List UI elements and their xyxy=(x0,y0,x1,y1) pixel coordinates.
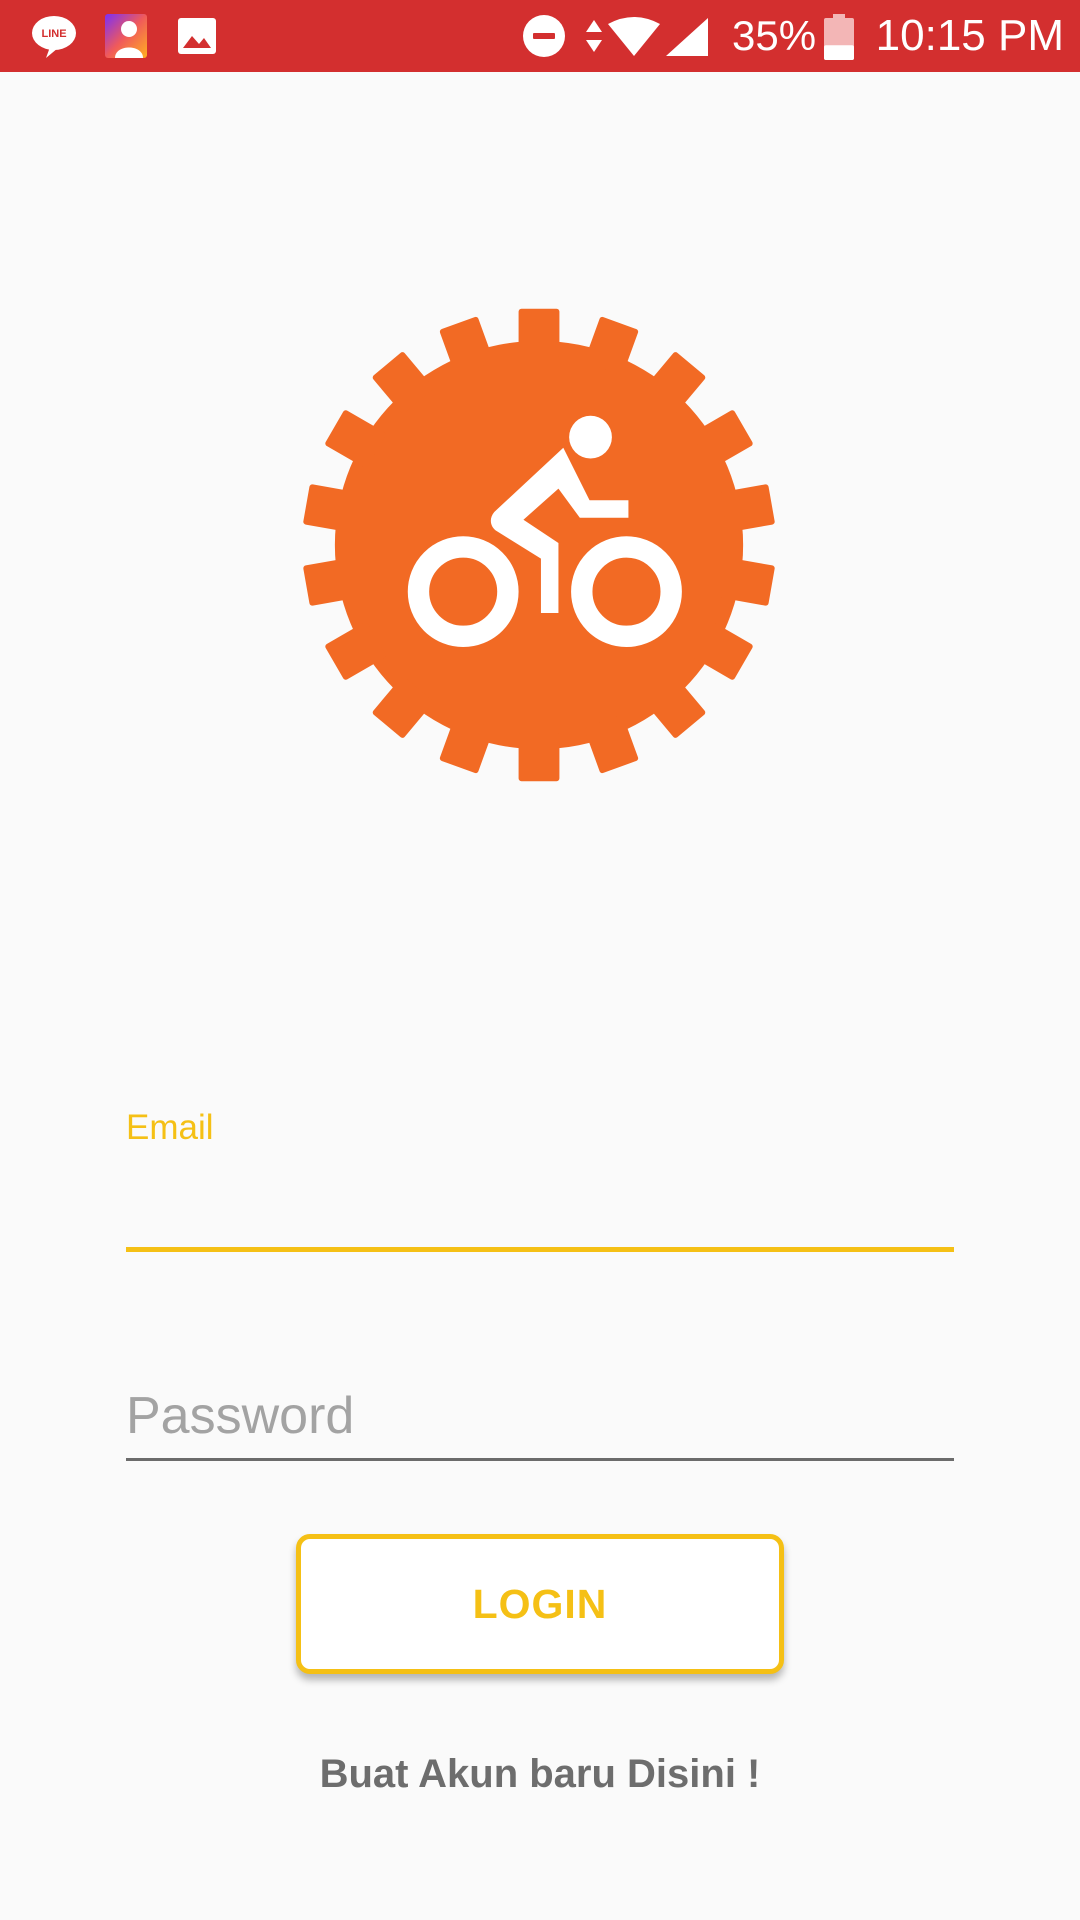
gear-tooth xyxy=(720,484,775,533)
gallery-icon xyxy=(178,18,216,54)
line-icon: LINE xyxy=(32,16,76,58)
password-field[interactable] xyxy=(126,1380,954,1461)
profile-icon xyxy=(105,14,147,58)
clock: 10:15 PM xyxy=(875,11,1064,60)
register-link[interactable]: Buat Akun baru Disini ! xyxy=(0,1752,1080,1797)
gear-tooth xyxy=(518,308,560,358)
gear-bicycle-logo xyxy=(303,308,775,782)
gear-tooth xyxy=(303,557,358,606)
login-button-label: LOGIN xyxy=(472,1580,608,1627)
battery-percent: 35% xyxy=(732,12,817,59)
line-badge-text: LINE xyxy=(41,28,66,40)
email-label: Email xyxy=(126,1108,214,1147)
data-transfer-icon xyxy=(586,20,602,52)
signal-icon xyxy=(666,18,708,56)
wifi-icon xyxy=(608,17,660,56)
status-bar: LINE 35% 10:15 PM xyxy=(0,0,1080,72)
gear-tooth xyxy=(303,484,358,533)
do-not-disturb-icon xyxy=(523,15,565,57)
battery-icon xyxy=(824,14,854,60)
gear-tooth xyxy=(518,732,560,782)
login-button[interactable]: LOGIN xyxy=(296,1534,784,1674)
gear-tooth xyxy=(720,557,775,606)
email-field[interactable] xyxy=(126,1160,954,1252)
